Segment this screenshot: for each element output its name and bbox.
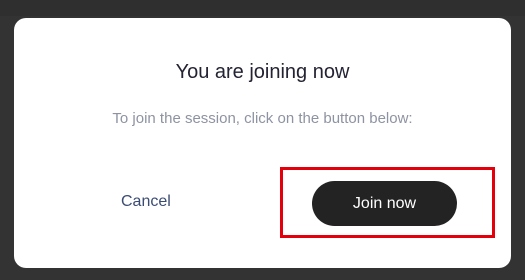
- join-dialog: You are joining now To join the session,…: [14, 18, 511, 268]
- join-now-button[interactable]: Join now: [312, 181, 457, 226]
- dialog-subtitle: To join the session, click on the button…: [112, 110, 413, 127]
- dialog-title: You are joining now: [175, 61, 350, 83]
- cancel-button[interactable]: Cancel: [121, 193, 171, 211]
- backdrop-top-strip: [0, 0, 525, 16]
